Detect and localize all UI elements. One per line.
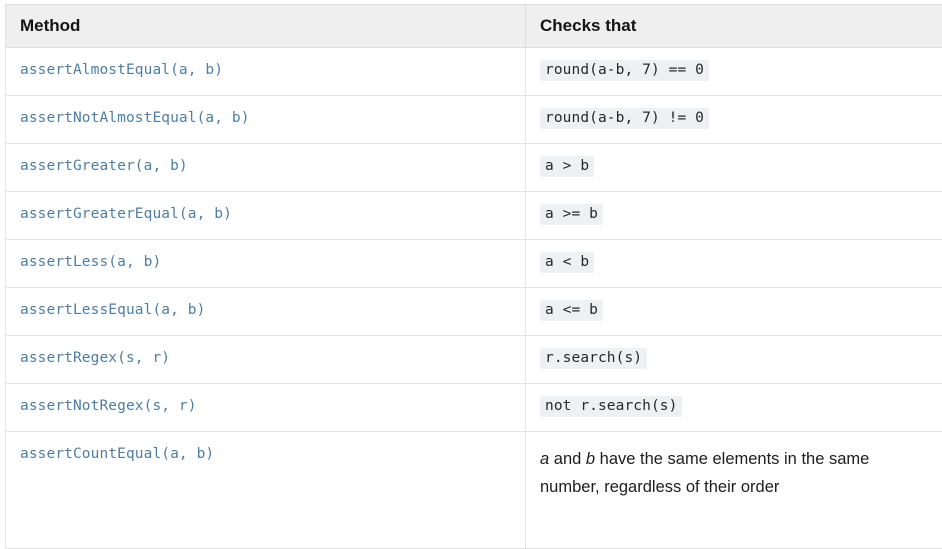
table-row: assertLess(a, b) a < b [6,240,942,288]
table-row: assertNotRegex(s, r) not r.search(s) [6,384,942,432]
check-expression: r.search(s) [540,348,647,369]
cell-method: assertLess(a, b) [6,240,526,288]
cell-method: assertNotRegex(s, r) [6,384,526,432]
assertion-methods-table: Method Checks that assertAlmostEqual(a, … [5,4,942,549]
cell-checks: round(a-b, 7) == 0 [526,48,942,96]
cell-checks: a and b have the same elements in the sa… [526,432,942,549]
cell-method: assertAlmostEqual(a, b) [6,48,526,96]
method-name: assertNotRegex(s, r) [20,398,197,414]
prose-conjunction: and [549,450,586,468]
cell-checks: a >= b [526,192,942,240]
cell-checks: not r.search(s) [526,384,942,432]
table-header-row: Method Checks that [6,5,942,48]
method-name: assertGreater(a, b) [20,158,188,174]
method-name: assertCountEqual(a, b) [20,446,214,462]
method-name: assertLessEqual(a, b) [20,302,205,318]
variable-a: a [540,450,549,468]
cell-checks: a < b [526,240,942,288]
check-expression: a > b [540,156,594,177]
table-row: assertGreaterEqual(a, b) a >= b [6,192,942,240]
method-name: assertNotAlmostEqual(a, b) [20,110,250,126]
cell-checks: r.search(s) [526,336,942,384]
table-row: assertCountEqual(a, b) a and b have the … [6,432,942,549]
cell-checks: a <= b [526,288,942,336]
method-name: assertGreaterEqual(a, b) [20,206,232,222]
check-description: a and b have the same elements in the sa… [540,445,915,501]
cell-method: assertGreaterEqual(a, b) [6,192,526,240]
cell-checks: a > b [526,144,942,192]
method-name: assertRegex(s, r) [20,350,170,366]
table-row: assertAlmostEqual(a, b) round(a-b, 7) ==… [6,48,942,96]
table-body: assertAlmostEqual(a, b) round(a-b, 7) ==… [6,48,942,549]
method-name: assertLess(a, b) [20,254,161,270]
table-row: assertNotAlmostEqual(a, b) round(a-b, 7)… [6,96,942,144]
check-expression: a <= b [540,300,603,321]
check-expression: a < b [540,252,594,273]
method-name: assertAlmostEqual(a, b) [20,62,223,78]
table-header: Method Checks that [6,5,942,48]
column-header-checks-that: Checks that [526,5,942,48]
cell-method: assertGreater(a, b) [6,144,526,192]
column-header-method: Method [6,5,526,48]
check-expression: round(a-b, 7) != 0 [540,108,709,129]
check-expression: not r.search(s) [540,396,682,417]
variable-b: b [586,450,595,468]
check-expression: a >= b [540,204,603,225]
check-expression: round(a-b, 7) == 0 [540,60,709,81]
cell-method: assertLessEqual(a, b) [6,288,526,336]
cell-method: assertRegex(s, r) [6,336,526,384]
cell-method: assertCountEqual(a, b) [6,432,526,549]
cell-method: assertNotAlmostEqual(a, b) [6,96,526,144]
cell-checks: round(a-b, 7) != 0 [526,96,942,144]
assertion-methods-table-container: Method Checks that assertAlmostEqual(a, … [5,4,942,549]
table-row: assertGreater(a, b) a > b [6,144,942,192]
table-row: assertLessEqual(a, b) a <= b [6,288,942,336]
table-row: assertRegex(s, r) r.search(s) [6,336,942,384]
